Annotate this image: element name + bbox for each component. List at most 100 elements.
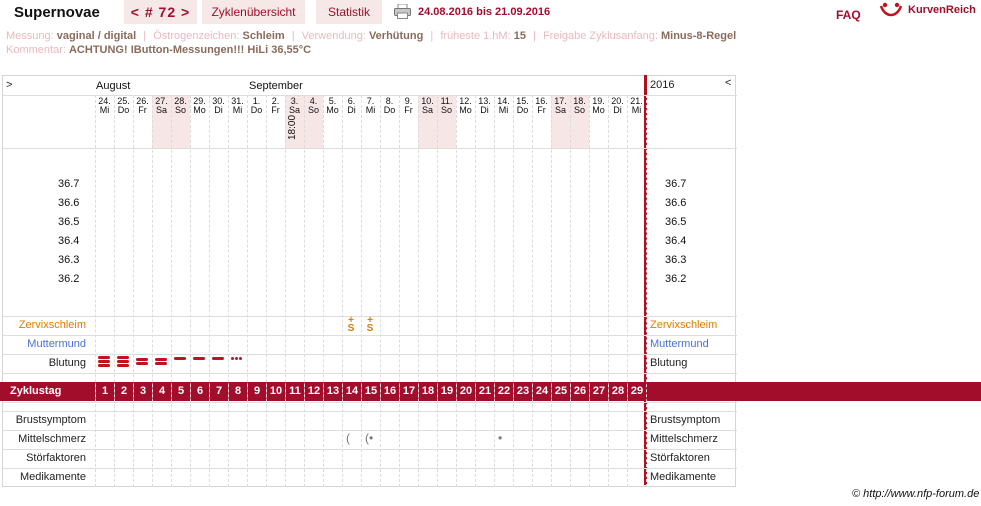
row-label-muttermund: Muttermund <box>27 338 86 350</box>
mittelschmerz-mark: • <box>498 431 503 445</box>
row-divider <box>647 148 737 149</box>
cycle-day-bar: Zyklustag 1 2 3 4 5 6 7 8 9 10 11 12 13 14 15 16 17 18 19 2… <box>0 382 981 401</box>
day-label: 2. Fr <box>271 96 280 115</box>
row-label-medi: Medikamente <box>19 471 86 483</box>
oestrogen-label: Östrogenzeichen: <box>153 30 240 42</box>
row-divider <box>2 354 736 355</box>
cycle-day-number: 5 <box>171 383 190 400</box>
day-grid-line <box>475 95 476 487</box>
day-label: 9. Fr <box>404 96 413 115</box>
cycle-day-number: 1 <box>95 383 114 400</box>
day-grid-line <box>228 95 229 487</box>
bleeding-mark <box>136 362 148 365</box>
row-label-mittelschmerz: Mittelschmerz <box>18 433 86 445</box>
temp-tick-left: 36.3 <box>58 254 80 266</box>
day-grid-line <box>285 95 286 487</box>
cycle-day-number: 6 <box>190 383 209 400</box>
day-grid-line <box>304 95 305 487</box>
day-grid-line <box>494 95 495 487</box>
bleeding-mark <box>98 356 110 359</box>
day-label: 15. Do <box>516 96 529 115</box>
bleeding-mark <box>98 360 110 363</box>
day-label: 20. Di <box>611 96 624 115</box>
day-grid-line <box>456 95 457 487</box>
side-label-blutung: Blutung <box>650 357 688 369</box>
temp-tick-right: 36.6 <box>665 197 687 209</box>
date-range: 24.08.2016 bis 21.09.2016 <box>418 6 551 18</box>
mittelschmerz-mark: (• <box>365 431 374 445</box>
cycle-day-number: 27 <box>589 383 608 400</box>
side-label-medi: Medikamente <box>650 471 717 483</box>
tab-statistics[interactable]: Statistik <box>316 0 382 24</box>
day-grid-line <box>114 95 115 487</box>
side-label-zervix: Zervixschleim <box>650 319 718 331</box>
day-grid-line <box>551 95 552 487</box>
row-divider <box>647 335 737 336</box>
bleeding-dot <box>239 357 242 360</box>
temp-tick-right: 36.5 <box>665 216 687 228</box>
cycle-day-number: 8 <box>228 383 247 400</box>
printer-icon[interactable] <box>394 3 411 19</box>
day-label: 12. Mo <box>459 96 472 115</box>
row-divider <box>647 430 737 431</box>
frueheste-label: früheste 1.hM: <box>440 30 511 42</box>
verwendung-value: Verhütung <box>368 30 424 42</box>
cycle-number-tab[interactable]: < # 72 > <box>124 0 197 24</box>
year-label: 2016 <box>650 79 675 91</box>
freigabe-label: Freigabe Zyklusanfang: <box>542 30 658 42</box>
day-grid-line <box>627 95 628 487</box>
bleeding-mark <box>212 357 224 360</box>
cycle-day-number: 9 <box>247 383 266 400</box>
day-grid-line <box>418 95 419 487</box>
day-grid-line <box>646 95 647 487</box>
time-note: 18:00 <box>287 114 298 140</box>
mittelschmerz-mark: ( <box>346 431 350 445</box>
bleeding-dot <box>235 357 238 360</box>
copyright: © http://www.nfp-forum.de <box>852 488 980 500</box>
temp-tick-left: 36.5 <box>58 216 80 228</box>
temp-tick-left: 36.7 <box>58 178 80 190</box>
side-label-brust: Brustsymptom <box>650 414 721 426</box>
app-title: Supernovae <box>14 4 100 21</box>
nav-previous-button[interactable]: > <box>6 79 12 91</box>
row-divider <box>647 373 737 374</box>
day-grid-line <box>532 95 533 487</box>
cycle-day-number: 13 <box>323 383 342 400</box>
row-divider <box>2 335 736 336</box>
temp-tick-right: 36.7 <box>665 178 687 190</box>
day-grid-line <box>323 95 324 487</box>
brand-name[interactable]: KurvenReich <box>908 4 976 16</box>
cycle-day-number: 29 <box>627 383 646 400</box>
temp-tick-right: 36.2 <box>665 273 687 285</box>
day-label: 17. Sa <box>554 96 567 115</box>
day-grid-line <box>608 95 609 487</box>
cycle-day-number: 25 <box>551 383 570 400</box>
cycle-day-number: 16 <box>380 383 399 400</box>
row-label-zervix: Zervixschleim <box>18 319 86 331</box>
nav-next-button[interactable]: < <box>725 77 731 89</box>
side-label-stoer: Störfaktoren <box>650 452 710 464</box>
day-grid-line <box>209 95 210 487</box>
row-label-zyklustag: Zyklustag <box>10 385 62 397</box>
bleeding-mark <box>98 364 110 367</box>
cycle-day-number: 14 <box>342 383 361 400</box>
cycle-day-number: 18 <box>418 383 437 400</box>
cycle-day-number: 22 <box>494 383 513 400</box>
day-label: 10. Sa <box>421 96 434 115</box>
day-grid-line <box>171 95 172 487</box>
temp-tick-right: 36.3 <box>665 254 687 266</box>
day-label: 7. Mi <box>365 96 376 115</box>
cycle-day-number: 26 <box>570 383 589 400</box>
bleeding-mark <box>174 357 186 360</box>
row-label-blutung: Blutung <box>48 357 86 369</box>
bleeding-mark <box>117 356 129 359</box>
cycle-day-number: 24 <box>532 383 551 400</box>
day-label: 27. Sa <box>155 96 168 115</box>
kurvenreich-logo-icon[interactable] <box>879 2 903 20</box>
row-divider <box>647 95 737 96</box>
zervix-mark: + S <box>366 315 374 334</box>
tab-cycle-overview[interactable]: Zyklenübersicht <box>202 0 305 24</box>
faq-link[interactable]: FAQ <box>836 8 861 22</box>
oestrogen-value: Schleim <box>242 30 285 42</box>
temp-tick-right: 36.4 <box>665 235 687 247</box>
